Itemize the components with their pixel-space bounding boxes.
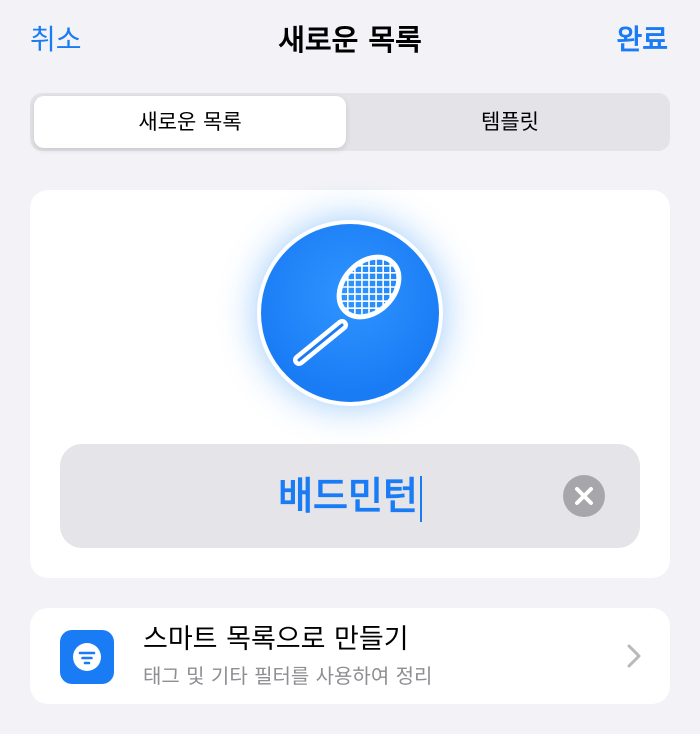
- navigation-bar: 취소 새로운 목록 완료: [0, 0, 700, 80]
- done-button[interactable]: 완료: [616, 20, 668, 60]
- page-title: 새로운 목록: [278, 23, 422, 57]
- segment-new-list[interactable]: 새로운 목록: [34, 96, 346, 148]
- filter-icon: [73, 643, 101, 671]
- segmented-control: 새로운 목록 템플릿: [30, 93, 670, 151]
- list-name-value: 배드민턴: [278, 474, 418, 518]
- text-caret: [419, 475, 422, 522]
- chevron-right-icon: [627, 644, 641, 668]
- smart-list-subtitle: 태그 및 기타 필터를 사용하여 정리: [143, 664, 433, 688]
- close-icon: [575, 487, 593, 505]
- list-name-input[interactable]: 배드민턴: [60, 444, 640, 548]
- list-icon-button[interactable]: [261, 224, 439, 402]
- smart-list-icon-tile: [60, 630, 114, 684]
- smart-list-title: 스마트 목록으로 만들기: [143, 624, 409, 655]
- list-details-card: 배드민턴: [30, 190, 670, 578]
- list-name-field[interactable]: 배드민턴: [60, 444, 640, 548]
- smart-list-row[interactable]: 스마트 목록으로 만들기 태그 및 기타 필터를 사용하여 정리: [30, 608, 670, 704]
- clear-text-button[interactable]: [563, 475, 605, 517]
- tennis-racket-icon: [293, 245, 411, 366]
- segment-template[interactable]: 템플릿: [354, 96, 666, 148]
